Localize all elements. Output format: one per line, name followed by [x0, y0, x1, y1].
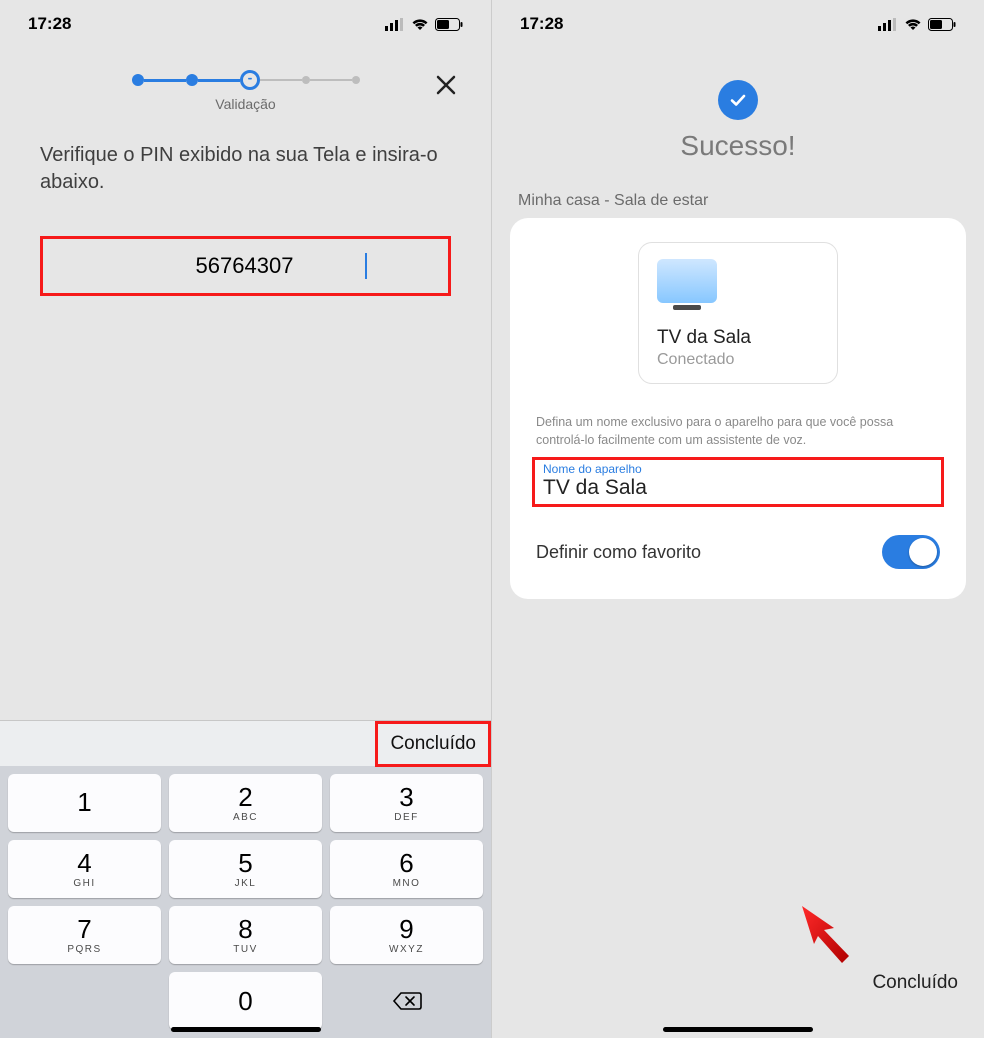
arrow-annotation-icon — [794, 898, 864, 968]
home-indicator[interactable] — [171, 1027, 321, 1032]
status-bar: 17:28 — [0, 0, 491, 40]
step-label: Validação — [0, 96, 491, 112]
device-name-field-label: Nome do aparelho — [543, 462, 933, 476]
numeric-keyboard: Concluído 1 2ABC 3DEF 4GHI 5JKL 6MNO 7PQ… — [0, 720, 491, 1038]
home-indicator[interactable] — [663, 1027, 813, 1032]
key-6[interactable]: 6MNO — [330, 840, 483, 898]
pin-input-highlight — [40, 236, 451, 296]
device-name: TV da Sala — [657, 327, 819, 349]
stepper-row — [0, 70, 491, 90]
step-dot-5 — [352, 76, 360, 84]
favorite-toggle[interactable] — [882, 535, 940, 569]
device-tile[interactable]: TV da Sala Conectado — [638, 242, 838, 384]
wifi-icon — [904, 18, 922, 31]
keyboard-done-highlight: Concluído — [375, 721, 491, 767]
status-time: 17:28 — [28, 14, 71, 34]
location-label: Minha casa - Sala de estar — [492, 162, 984, 218]
status-time: 17:28 — [520, 14, 563, 34]
status-icons — [385, 18, 463, 31]
pin-input[interactable] — [124, 253, 367, 279]
device-name-field-highlight: Nome do aparelho — [532, 457, 944, 507]
backspace-icon — [392, 991, 422, 1011]
battery-icon — [928, 18, 956, 31]
cellular-signal-icon — [878, 18, 898, 31]
favorite-label: Definir como favorito — [536, 542, 701, 563]
battery-icon — [435, 18, 463, 31]
status-bar: 17:28 — [492, 0, 984, 40]
step-dot-1 — [132, 74, 144, 86]
wifi-icon — [411, 18, 429, 31]
key-0[interactable]: 0 — [169, 972, 322, 1030]
key-4[interactable]: 4GHI — [8, 840, 161, 898]
key-backspace[interactable] — [330, 972, 483, 1030]
step-dot-current — [240, 70, 260, 90]
key-7[interactable]: 7PQRS — [8, 906, 161, 964]
key-1[interactable]: 1 — [8, 774, 161, 832]
key-3[interactable]: 3DEF — [330, 774, 483, 832]
tv-icon — [657, 259, 717, 303]
success-title: Sucesso! — [492, 130, 984, 162]
success-header: Sucesso! — [492, 80, 984, 162]
numpad: 1 2ABC 3DEF 4GHI 5JKL 6MNO 7PQRS 8TUV 9W… — [0, 766, 491, 1038]
key-blank — [8, 972, 161, 1030]
done-button[interactable]: Concluído — [872, 972, 958, 994]
key-5[interactable]: 5JKL — [169, 840, 322, 898]
key-8[interactable]: 8TUV — [169, 906, 322, 964]
naming-hint: Defina um nome exclusivo para o aparelho… — [532, 414, 944, 457]
phone-screen-success: 17:28 Sucesso! Minha casa - Sala de esta… — [492, 0, 984, 1038]
close-icon[interactable] — [431, 70, 461, 100]
check-circle-icon — [718, 80, 758, 120]
step-line — [198, 79, 240, 82]
keyboard-done-button[interactable]: Concluído — [390, 733, 476, 755]
key-9[interactable]: 9WXYZ — [330, 906, 483, 964]
device-card: TV da Sala Conectado Defina um nome excl… — [510, 218, 966, 599]
pin-instruction: Verifique o PIN exibido na sua Tela e in… — [0, 112, 491, 196]
cellular-signal-icon — [385, 18, 405, 31]
progress-stepper — [132, 70, 360, 90]
favorite-row: Definir como favorito — [532, 535, 944, 569]
step-dot-2 — [186, 74, 198, 86]
device-name-input[interactable] — [543, 476, 933, 500]
key-2[interactable]: 2ABC — [169, 774, 322, 832]
phone-screen-pin: 17:28 Validação — [0, 0, 492, 1038]
step-line-inactive — [260, 79, 302, 81]
device-status: Conectado — [657, 351, 819, 369]
keyboard-accessory-bar: Concluído — [0, 720, 491, 766]
step-dot-4 — [302, 76, 310, 84]
status-icons — [878, 18, 956, 31]
step-line-inactive — [310, 79, 352, 81]
step-line — [144, 79, 186, 82]
